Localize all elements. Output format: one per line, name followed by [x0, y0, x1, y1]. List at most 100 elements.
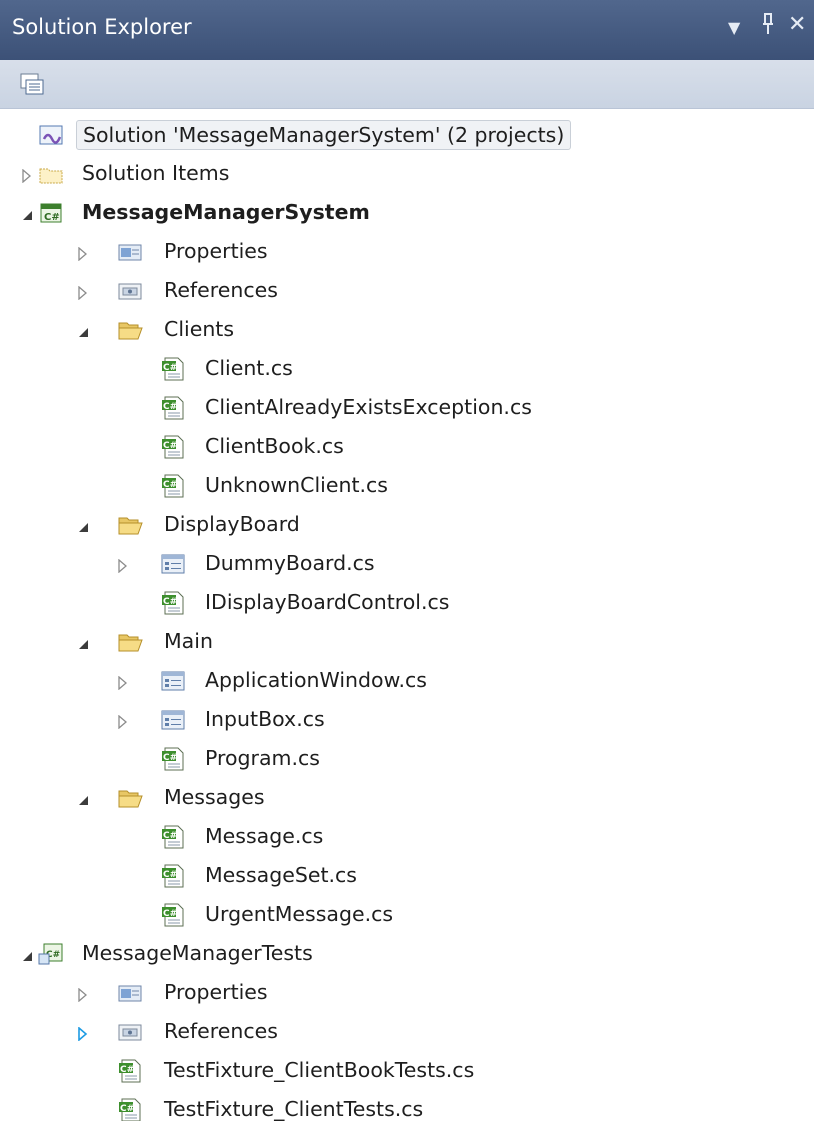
- tree-item[interactable]: C# UrgentMessage.cs: [0, 896, 814, 934]
- collapsed-arrow-icon[interactable]: [116, 714, 130, 730]
- csharp-file-icon: C#: [117, 1098, 143, 1121]
- tree-item-label: Main: [164, 629, 213, 653]
- svg-text:C#: C#: [44, 212, 60, 223]
- tree-item-label: InputBox.cs: [205, 707, 325, 731]
- tree-item[interactable]: ApplicationWindow.cs: [0, 662, 814, 700]
- collapsed-arrow-icon[interactable]: [116, 558, 130, 574]
- csharp-file-icon: C#: [160, 474, 186, 498]
- tree-item-label: UnknownClient.cs: [205, 473, 388, 497]
- references-icon: [117, 1020, 143, 1044]
- tree-item-label: MessageManagerSystem: [82, 200, 370, 224]
- collapsed-arrow-icon[interactable]: [76, 246, 90, 262]
- tree-item[interactable]: C# MessageManagerSystem: [0, 194, 814, 232]
- tree-item-label: TestFixture_ClientTests.cs: [164, 1097, 424, 1121]
- tree-item-label: Message.cs: [205, 824, 324, 848]
- tree-item[interactable]: C# Message.cs: [0, 818, 814, 856]
- tree-item-label: ApplicationWindow.cs: [205, 668, 427, 692]
- collapsed-arrow-icon[interactable]: [116, 675, 130, 691]
- properties-folder-icon: [117, 981, 143, 1005]
- tree-item[interactable]: DisplayBoard: [0, 506, 814, 544]
- tree-item[interactable]: Solution Items: [0, 155, 814, 193]
- csharp-file-icon: C#: [117, 1059, 143, 1083]
- tree-item-label: References: [164, 1019, 278, 1043]
- tree-item-label: Client.cs: [205, 356, 293, 380]
- solution-explorer-window: Solution Explorer ▼ ✕ Solution 'MessageM…: [0, 0, 814, 1121]
- tree-item[interactable]: DummyBoard.cs: [0, 545, 814, 583]
- csharp-file-icon: C#: [160, 903, 186, 927]
- expanded-arrow-icon[interactable]: [76, 792, 90, 806]
- svg-text:C#: C#: [163, 363, 177, 373]
- tree-item[interactable]: Properties: [0, 974, 814, 1012]
- form-file-icon: [160, 669, 186, 693]
- tree-item[interactable]: C# MessageManagerTests: [0, 935, 814, 973]
- tree-item-label: DisplayBoard: [164, 512, 300, 536]
- tree-item-label: Solution Items: [82, 161, 230, 185]
- tree-item[interactable]: C# Client.cs: [0, 350, 814, 388]
- tree-item[interactable]: C# Program.cs: [0, 740, 814, 778]
- tree-item-label: Properties: [164, 239, 268, 263]
- svg-text:C#: C#: [163, 909, 177, 919]
- collapsed-arrow-icon[interactable]: [76, 1026, 90, 1042]
- tree-item[interactable]: C# ClientBook.cs: [0, 428, 814, 466]
- tree-item-label: Clients: [164, 317, 235, 341]
- collapsed-arrow-icon[interactable]: [76, 285, 90, 301]
- expanded-arrow-icon[interactable]: [20, 207, 34, 221]
- tree-item[interactable]: C# UnknownClient.cs: [0, 467, 814, 505]
- dropdown-icon[interactable]: ▼: [728, 15, 740, 41]
- form-file-icon: [160, 552, 186, 576]
- solution-tree: Solution 'MessageManagerSystem' (2 proje…: [0, 108, 814, 1121]
- tree-item[interactable]: Messages: [0, 779, 814, 817]
- tree-item-label: TestFixture_ClientBookTests.cs: [164, 1058, 475, 1082]
- svg-text:C#: C#: [163, 831, 177, 841]
- svg-text:C#: C#: [163, 441, 177, 451]
- open-folder-icon: [117, 786, 143, 810]
- csharp-file-icon: C#: [160, 825, 186, 849]
- open-folder-icon: [117, 318, 143, 342]
- tree-item[interactable]: Main: [0, 623, 814, 661]
- svg-text:C#: C#: [120, 1104, 134, 1114]
- properties-icon[interactable]: [20, 72, 44, 96]
- panel-title: Solution Explorer: [12, 15, 192, 39]
- tree-item-label: Properties: [164, 980, 268, 1004]
- csharp-file-icon: C#: [160, 435, 186, 459]
- tree-item-label: MessageManagerTests: [82, 941, 313, 965]
- tree-item[interactable]: Properties: [0, 233, 814, 271]
- expanded-arrow-icon[interactable]: [76, 324, 90, 338]
- references-icon: [117, 279, 143, 303]
- csharp-file-icon: C#: [160, 591, 186, 615]
- tree-item[interactable]: Clients: [0, 311, 814, 349]
- pin-icon[interactable]: [760, 12, 776, 43]
- svg-text:C#: C#: [163, 402, 177, 412]
- tree-item-label: MessageSet.cs: [205, 863, 357, 887]
- collapsed-arrow-icon[interactable]: [76, 987, 90, 1003]
- tree-item[interactable]: C# TestFixture_ClientTests.cs: [0, 1091, 814, 1121]
- expanded-arrow-icon[interactable]: [76, 636, 90, 650]
- expanded-arrow-icon[interactable]: [20, 948, 34, 962]
- csharp-test-project-icon: C#: [38, 942, 64, 966]
- svg-text:C#: C#: [163, 870, 177, 880]
- csharp-project-icon: C#: [38, 201, 64, 225]
- tree-item-label: References: [164, 278, 278, 302]
- tree-item-label: DummyBoard.cs: [205, 551, 375, 575]
- tree-item[interactable]: Solution 'MessageManagerSystem' (2 proje…: [0, 116, 814, 154]
- svg-text:C#: C#: [163, 753, 177, 763]
- tree-item-label: ClientBook.cs: [205, 434, 344, 458]
- svg-text:C#: C#: [163, 597, 177, 607]
- tree-item[interactable]: References: [0, 1013, 814, 1051]
- csharp-file-icon: C#: [160, 864, 186, 888]
- collapsed-arrow-icon[interactable]: [20, 168, 34, 184]
- tree-item[interactable]: References: [0, 272, 814, 310]
- title-bar: Solution Explorer ▼ ✕: [0, 0, 814, 60]
- tree-item-label: Solution 'MessageManagerSystem' (2 proje…: [76, 120, 572, 150]
- tree-item[interactable]: C# MessageSet.cs: [0, 857, 814, 895]
- solution-icon: [38, 123, 64, 147]
- expanded-arrow-icon[interactable]: [76, 519, 90, 533]
- csharp-file-icon: C#: [160, 357, 186, 381]
- svg-text:C#: C#: [120, 1065, 134, 1075]
- tree-item[interactable]: C# TestFixture_ClientBookTests.cs: [0, 1052, 814, 1090]
- close-icon[interactable]: ✕: [788, 12, 806, 38]
- tree-item-label: ClientAlreadyExistsException.cs: [205, 395, 532, 419]
- tree-item[interactable]: InputBox.cs: [0, 701, 814, 739]
- tree-item[interactable]: C# ClientAlreadyExistsException.cs: [0, 389, 814, 427]
- tree-item[interactable]: C# IDisplayBoardControl.cs: [0, 584, 814, 622]
